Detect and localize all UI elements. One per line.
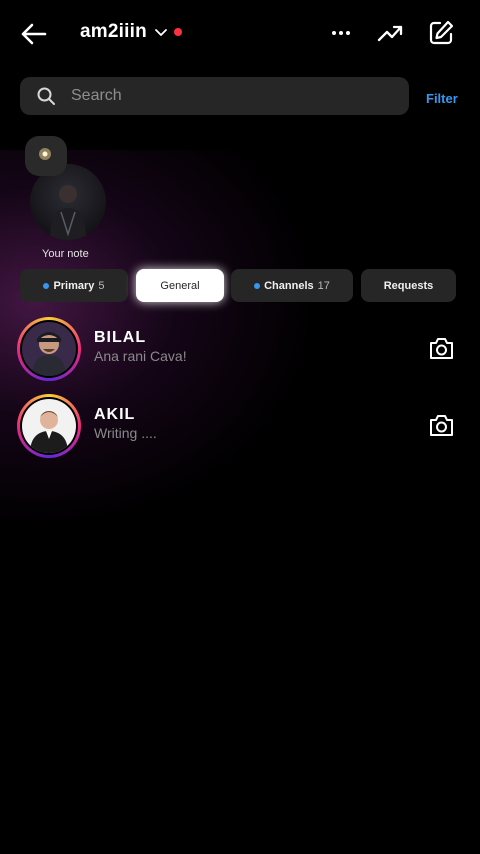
sparkle-icon [39, 148, 51, 160]
tab-label: Channels [264, 279, 314, 292]
more-horizontal-icon[interactable] [328, 20, 354, 46]
trending-up-icon[interactable] [376, 20, 404, 46]
tab-requests[interactable]: Requests [361, 269, 456, 302]
account-username[interactable]: am2iiin [80, 21, 147, 43]
tab-label: General [160, 279, 200, 292]
tab-primary[interactable]: Primary 5 [20, 269, 128, 302]
chevron-down-icon[interactable] [154, 25, 168, 39]
search-icon [37, 87, 55, 105]
message-preview: Ana rani Cava! [94, 348, 187, 364]
filter-button[interactable]: Filter [426, 91, 458, 106]
note-bubble[interactable] [25, 136, 67, 176]
tab-count: 17 [317, 279, 330, 292]
search-placeholder: Search [71, 87, 122, 104]
camera-icon[interactable] [428, 336, 455, 361]
camera-icon[interactable] [428, 413, 455, 438]
story-ring[interactable] [17, 317, 81, 381]
arrow-left-icon[interactable] [18, 20, 48, 48]
avatar [22, 322, 76, 376]
search-field[interactable]: Search [20, 77, 409, 115]
notification-dot [174, 28, 182, 36]
message-preview: Writing .... [94, 425, 157, 441]
contact-name: BILAL [94, 329, 147, 346]
story-ring[interactable] [17, 394, 81, 458]
unread-dot [43, 282, 50, 289]
your-note-label: Your note [42, 248, 89, 260]
avatar [22, 399, 76, 453]
tab-label: Primary [53, 279, 95, 292]
tab-label: Requests [383, 279, 434, 292]
tab-channels[interactable]: Channels 17 [231, 269, 353, 302]
conversation-row[interactable]: AKIL Writing .... [0, 394, 480, 464]
conversation-row[interactable]: BILAL Ana rani Cava! [0, 317, 480, 387]
compose-icon[interactable] [427, 19, 455, 47]
tab-count: 5 [98, 279, 105, 292]
top-bar: am2iiin [0, 0, 480, 66]
contact-name: AKIL [94, 406, 136, 423]
direct-messages-screen: am2iiin Search Filter Your note Primary … [0, 0, 480, 854]
unread-dot [254, 282, 261, 289]
tab-general[interactable]: General [136, 269, 224, 302]
